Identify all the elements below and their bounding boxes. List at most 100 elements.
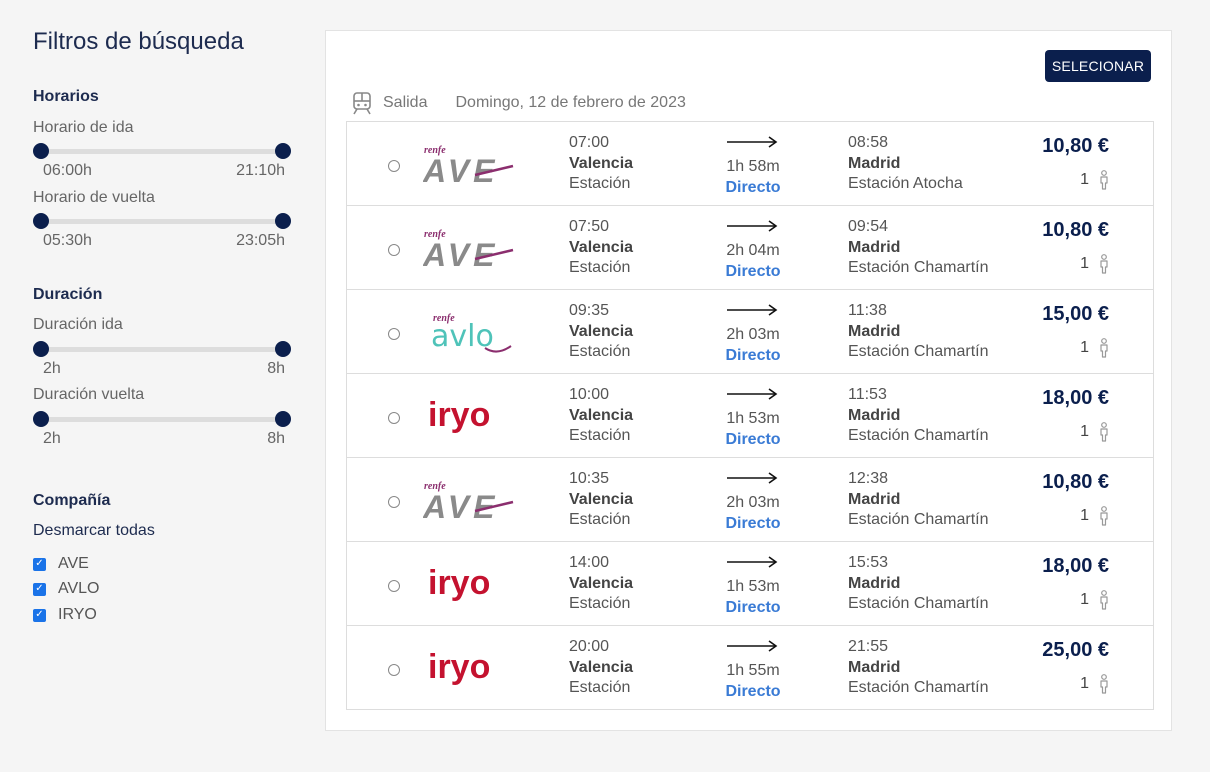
departure-time: 07:00 xyxy=(569,134,610,151)
arrival-station: Estación Chamartín xyxy=(848,511,989,528)
departure-city: Valencia xyxy=(569,575,634,592)
outbound-schedule-slider[interactable] xyxy=(33,143,291,159)
return-duration-slider[interactable] xyxy=(33,411,291,427)
arrival-city: Madrid xyxy=(848,491,901,508)
trip-radio[interactable] xyxy=(388,580,400,592)
outbound-duration-min: 2h xyxy=(43,360,61,377)
trip-type: Directo xyxy=(725,431,781,448)
slider-max-handle[interactable] xyxy=(275,411,291,427)
avlo-wordmark: avlo xyxy=(431,319,494,354)
trip-row-2[interactable]: renfe AVE 07:50 Valencia Estación 2h 04m … xyxy=(347,206,1153,290)
person-icon xyxy=(1100,506,1108,526)
trip-duration: 2h 04m xyxy=(726,242,780,259)
departure-station: Estación xyxy=(569,595,631,612)
trip-radio[interactable] xyxy=(388,496,400,508)
checkbox-checked-icon[interactable]: ✓ xyxy=(33,557,46,571)
slider-max-handle[interactable] xyxy=(275,341,291,357)
company-filter-ave[interactable]: ✓ AVE xyxy=(33,554,89,574)
iryo-wordmark: iryo xyxy=(428,564,490,602)
results-panel: SELECIONAR Salida Domingo, 12 de febrero… xyxy=(325,30,1172,731)
outbound-duration-label: Duración ida xyxy=(33,316,123,333)
trip-price: 25,00 € xyxy=(1042,639,1109,661)
company-filter-iryo[interactable]: ✓ IRYO xyxy=(33,605,97,625)
return-duration-max: 8h xyxy=(267,430,285,447)
trip-duration-info: 2h 03m Directo xyxy=(705,468,801,534)
arrival-station: Estación Chamartín xyxy=(848,679,989,696)
trip-radio[interactable] xyxy=(388,664,400,676)
slider-min-handle[interactable] xyxy=(33,341,49,357)
operator-logo-iryo: iryo xyxy=(423,394,523,440)
slider-min-handle[interactable] xyxy=(33,143,49,159)
select-button[interactable]: SELECIONAR xyxy=(1045,50,1151,82)
trip-row-7[interactable]: iryo 20:00 Valencia Estación 1h 55m Dire… xyxy=(347,626,1153,709)
trip-direction: Salida xyxy=(383,94,428,111)
arrow-right-icon xyxy=(727,640,778,652)
passenger-count: 1 xyxy=(1080,338,1111,358)
trip-duration-info: 2h 04m Directo xyxy=(705,216,801,282)
train-icon xyxy=(353,92,371,115)
passenger-count: 1 xyxy=(1080,170,1111,190)
return-schedule-slider[interactable] xyxy=(33,213,291,229)
departure-station: Estación xyxy=(569,427,631,444)
trip-row-5[interactable]: renfe AVE 10:35 Valencia Estación 2h 03m … xyxy=(347,458,1153,542)
company-filter-avlo[interactable]: ✓ AVLO xyxy=(33,579,100,599)
trip-duration: 1h 53m xyxy=(726,578,780,595)
departure-info: 20:00 Valencia Estación xyxy=(569,636,633,698)
outbound-duration-slider[interactable] xyxy=(33,341,291,357)
trip-radio[interactable] xyxy=(388,328,400,340)
trip-price: 10,80 € xyxy=(1042,471,1109,493)
arrow-right-icon xyxy=(727,472,778,484)
trip-row-3[interactable]: renfe avlo 09:35 Valencia Estación 2h 03m… xyxy=(347,290,1153,374)
passenger-count: 1 xyxy=(1080,254,1111,274)
trip-radio[interactable] xyxy=(388,412,400,424)
arrival-time: 11:38 xyxy=(848,302,887,319)
departure-city: Valencia xyxy=(569,323,634,340)
departure-city: Valencia xyxy=(569,659,634,676)
slider-max-handle[interactable] xyxy=(275,213,291,229)
trip-radio[interactable] xyxy=(388,244,400,256)
arrival-station: Estación Chamartín xyxy=(848,595,989,612)
passenger-count: 1 xyxy=(1080,422,1111,442)
checkbox-checked-icon[interactable]: ✓ xyxy=(33,582,46,596)
trip-row-4[interactable]: iryo 10:00 Valencia Estación 1h 53m Dire… xyxy=(347,374,1153,458)
departure-info: 14:00 Valencia Estación xyxy=(569,552,633,614)
arrival-time: 21:55 xyxy=(848,638,889,655)
operator-logo-avlo: renfe avlo xyxy=(423,310,523,356)
departure-time: 14:00 xyxy=(569,554,610,571)
slider-min-handle[interactable] xyxy=(33,213,49,229)
company-section-title: Compañía xyxy=(33,492,111,509)
person-icon xyxy=(1100,674,1108,694)
iryo-wordmark: iryo xyxy=(428,396,490,434)
arrival-info: 12:38 Madrid Estación Chamartín xyxy=(848,468,989,530)
departure-time: 09:35 xyxy=(569,302,610,319)
trip-radio[interactable] xyxy=(388,160,400,172)
trip-row-6[interactable]: iryo 14:00 Valencia Estación 1h 53m Dire… xyxy=(347,542,1153,626)
departure-time: 20:00 xyxy=(569,638,610,655)
departure-station: Estación xyxy=(569,679,631,696)
passenger-number: 1 xyxy=(1080,255,1089,272)
arrival-city: Madrid xyxy=(848,575,901,592)
trip-type: Directo xyxy=(725,263,781,280)
slider-max-handle[interactable] xyxy=(275,143,291,159)
trip-price: 18,00 € xyxy=(1042,387,1109,409)
return-schedule-label: Horario de vuelta xyxy=(33,189,155,206)
arrival-info: 11:38 Madrid Estación Chamartín xyxy=(848,300,989,362)
operator-logo-ave: renfe AVE xyxy=(423,478,523,524)
ave-wordmark: AVE xyxy=(423,153,498,188)
person-icon xyxy=(1100,422,1108,442)
trip-row-1[interactable]: renfe AVE 07:00 Valencia Estación 1h 58m … xyxy=(347,122,1153,206)
trip-duration: 1h 58m xyxy=(726,158,780,175)
trip-price: 18,00 € xyxy=(1042,555,1109,577)
checkbox-checked-icon[interactable]: ✓ xyxy=(33,608,46,622)
trip-duration-info: 1h 58m Directo xyxy=(705,132,801,198)
arrival-station: Estación Chamartín xyxy=(848,343,989,360)
company-label: AVLO xyxy=(58,580,100,597)
departure-info: 07:50 Valencia Estación xyxy=(569,216,633,278)
arrival-city: Madrid xyxy=(848,239,901,256)
arrow-right-icon xyxy=(727,388,778,400)
slider-min-handle[interactable] xyxy=(33,411,49,427)
arrival-city: Madrid xyxy=(848,659,901,676)
company-label: AVE xyxy=(58,555,89,572)
uncheck-all-link[interactable]: Desmarcar todas xyxy=(33,522,155,540)
person-icon xyxy=(1100,338,1108,358)
